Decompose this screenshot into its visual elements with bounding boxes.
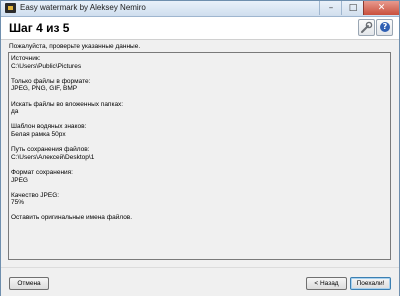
finish-button[interactable]: Поехали! bbox=[350, 277, 391, 290]
minimize-button[interactable]: – bbox=[319, 1, 342, 15]
summary-box[interactable]: Источник: C:\Users\Public\Pictures Тольк… bbox=[8, 52, 391, 260]
title-bar[interactable]: Easy watermark by Aleksey Nemiro – □ ✕ bbox=[1, 1, 399, 17]
summary-item: Качество JPEG: 75% bbox=[11, 192, 388, 207]
summary-value: 75% bbox=[11, 199, 25, 207]
help-icon: ? bbox=[380, 22, 390, 32]
summary-label: Качество JPEG: bbox=[11, 191, 60, 199]
close-button[interactable]: ✕ bbox=[363, 1, 399, 15]
summary-value: да bbox=[11, 108, 19, 116]
back-button[interactable]: < Назад bbox=[306, 277, 347, 290]
summary-value: C:\Users\Public\Pictures bbox=[11, 62, 82, 70]
summary-item: Оставить оригинальные имена файлов. bbox=[11, 214, 388, 222]
summary-label: Искать файлы во вложенных папках: bbox=[11, 100, 124, 108]
cancel-button[interactable]: Отмена bbox=[9, 277, 49, 290]
summary-label: Оставить оригинальные имена файлов. bbox=[11, 214, 133, 222]
summary-item: Формат сохранения: JPEG bbox=[11, 169, 388, 184]
step-title: Шаг 4 из 5 bbox=[9, 21, 70, 35]
summary-value: JPEG bbox=[11, 176, 28, 184]
summary-item: Источник: C:\Users\Public\Pictures bbox=[11, 55, 388, 70]
summary-item: Искать файлы во вложенных папках: да bbox=[11, 101, 388, 116]
wrench-icon bbox=[361, 21, 373, 33]
help-button[interactable]: ? bbox=[376, 19, 393, 36]
summary-label: Только файлы в формате: bbox=[11, 77, 91, 85]
wizard-content: Пожалуйста, проверьте указанные данные. … bbox=[1, 39, 399, 267]
summary-value: JPEG, PNG, GIF, BMP bbox=[11, 85, 78, 93]
summary-label: Формат сохранения: bbox=[11, 168, 73, 176]
summary-label: Источник: bbox=[11, 55, 41, 62]
summary-item: Шаблон водяных знаков: Белая рамка 50px bbox=[11, 123, 388, 138]
app-window: Easy watermark by Aleksey Nemiro – □ ✕ Ш… bbox=[0, 0, 400, 296]
summary-label: Шаблон водяных знаков: bbox=[11, 123, 87, 131]
summary-label: Путь сохранения файлов: bbox=[11, 146, 90, 154]
app-logo-icon bbox=[5, 3, 16, 13]
settings-button[interactable] bbox=[358, 19, 375, 36]
wizard-footer: Отмена < Назад Поехали! bbox=[1, 267, 399, 296]
review-prompt: Пожалуйста, проверьте указанные данные. bbox=[9, 43, 141, 50]
maximize-button[interactable]: □ bbox=[341, 1, 364, 15]
window-title: Easy watermark by Aleksey Nemiro bbox=[20, 3, 146, 12]
wizard-header: Шаг 4 из 5 bbox=[1, 17, 399, 39]
summary-item: Только файлы в формате: JPEG, PNG, GIF, … bbox=[11, 78, 388, 93]
summary-item: Путь сохранения файлов: C:\Users\Алексей… bbox=[11, 146, 388, 161]
summary-value: Белая рамка 50px bbox=[11, 130, 66, 138]
summary-value: C:\Users\Алексей\Desktop\1 bbox=[11, 153, 95, 161]
